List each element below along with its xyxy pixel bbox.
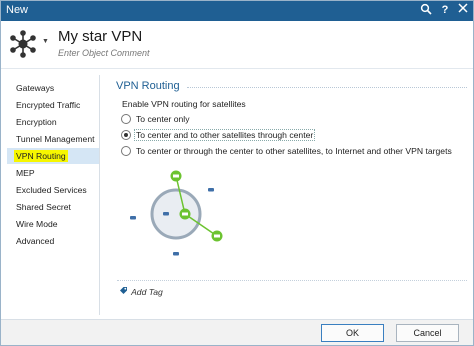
search-icon[interactable] [419,3,433,17]
vpn-routing-diagram [126,166,226,261]
help-icon[interactable]: ? [438,3,452,17]
window-title: New [6,4,29,16]
section-divider [187,87,467,88]
add-tag-link[interactable]: Add Tag [119,286,163,297]
satellite-node-top-icon [170,170,182,182]
sidebar-item-gateways[interactable]: Gateways [7,80,99,96]
ok-button[interactable]: OK [321,324,384,342]
sidebar-item-mep[interactable]: MEP [7,165,99,181]
sidebar-nav: Gateways Encrypted Traffic Encryption Tu… [7,75,100,315]
object-name[interactable]: My star VPN [58,28,142,45]
sidebar-item-excluded-services[interactable]: Excluded Services [7,182,99,198]
radio-center-internet-vpn[interactable] [121,146,131,156]
radio-label-center-and-satellites[interactable]: To center and to other satellites throug… [134,129,316,141]
close-icon[interactable] [456,3,470,17]
title-bar: New ? [1,1,473,21]
bottom-divider [117,280,467,281]
dialog-footer: OK Cancel [1,319,473,345]
add-tag-label[interactable]: Add Tag [131,287,163,297]
tag-icon [119,286,129,297]
radio-center-and-satellites[interactable] [121,130,131,140]
radio-label-center-internet-vpn[interactable]: To center or through the center to other… [136,146,452,156]
sidebar-item-shared-secret[interactable]: Shared Secret [7,199,99,215]
sidebar-item-advanced[interactable]: Advanced [7,233,99,249]
radio-center-only[interactable] [121,114,131,124]
sidebar-item-encrypted-traffic[interactable]: Encrypted Traffic [7,97,99,113]
satellite-node-bottom-right-icon [211,230,223,242]
chevron-down-icon[interactable]: ▼ [42,38,50,46]
comment-field[interactable]: Enter Object Comment [58,48,150,58]
sidebar-item-encryption[interactable]: Encryption [7,114,99,130]
section-title: VPN Routing [116,80,180,92]
radio-label-center-only[interactable]: To center only [136,114,190,124]
sidebar-item-tunnel-management[interactable]: Tunnel Management [7,131,99,147]
object-header: ▼ My star VPN Enter Object Comment [1,21,473,69]
sidebar-item-vpn-routing[interactable]: VPN Routing [7,148,99,164]
cancel-button[interactable]: Cancel [396,324,459,342]
enable-routing-label: Enable VPN routing for satellites [122,99,246,109]
sidebar-item-wire-mode[interactable]: Wire Mode [7,216,99,232]
dialog-window: New ? ▼ My star VPN Enter Object Comment… [0,0,474,346]
center-node-icon [179,208,191,220]
star-vpn-icon[interactable] [8,29,38,59]
